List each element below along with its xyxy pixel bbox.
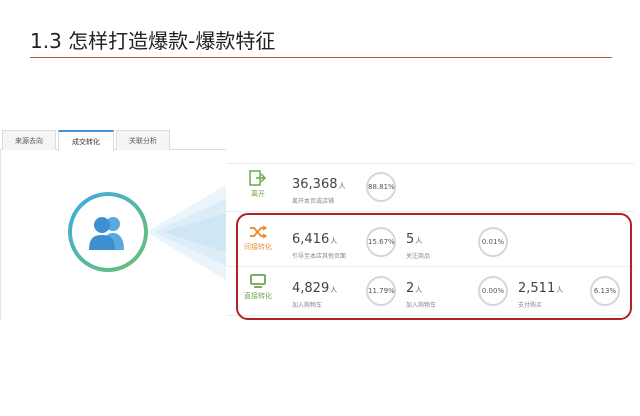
- metric-desc: 加入购物车: [292, 302, 323, 309]
- pct-circle: 6.13%: [590, 276, 620, 306]
- metric-unit: 人: [556, 286, 564, 294]
- metric-leave: 36,368人 离开本页或店铺: [292, 173, 346, 205]
- metric-desc: 支付购买: [518, 302, 543, 309]
- metric-desc: 引导至本店其他页面: [292, 253, 347, 260]
- metric-unit: 人: [415, 237, 423, 245]
- stats-panel: 离开 36,368人 离开本页或店铺 88.81% 间接转化 6,416人 引导…: [226, 163, 634, 323]
- row-indirect-icon-wrap: 间接转化: [240, 225, 276, 252]
- row-direct: 直接转化 4,829人 加入购物车 11.79% 2人 加入购物车 0.00% …: [226, 268, 634, 316]
- metric-value: 6,416: [292, 232, 330, 247]
- tab-bar: 来源去向 成交转化 关联分析: [0, 130, 226, 151]
- metric-unit: 人: [330, 286, 338, 294]
- row-direct-icon-wrap: 直接转化: [240, 274, 276, 301]
- metric-cart: 4,829人 加入购物车: [292, 277, 337, 309]
- shuffle-icon: [250, 225, 267, 239]
- slide-title: 1.3 怎样打造爆款-爆款特征: [30, 29, 276, 53]
- row-indirect: 间接转化 6,416人 引导至本店其他页面 15.67% 5人 关注商品 0.0…: [226, 219, 634, 267]
- tab-conversion[interactable]: 成交转化: [58, 130, 114, 151]
- pct-circle: 88.81%: [366, 172, 396, 202]
- metric-desc: 加入购物车: [406, 302, 437, 309]
- metric-cart-2: 2人 加入购物车: [406, 277, 436, 309]
- metric-desc: 关注商品: [406, 253, 431, 260]
- metric-value: 2: [406, 281, 415, 296]
- tab-source[interactable]: 来源去向: [2, 130, 56, 150]
- metric-purchase: 2,511人 支付购买: [518, 277, 563, 309]
- metric-unit: 人: [415, 286, 423, 294]
- tab-association[interactable]: 关联分析: [116, 130, 170, 150]
- metric-value: 36,368: [292, 177, 338, 192]
- row-direct-label: 直接转化: [244, 292, 272, 300]
- metric-follow: 5人 关注商品: [406, 228, 430, 260]
- row-leave-label: 离开: [251, 190, 265, 198]
- metric-value: 2,511: [518, 281, 556, 296]
- row-indirect-label: 间接转化: [244, 243, 272, 251]
- avatar: [72, 196, 144, 268]
- metric-unit: 人: [330, 237, 338, 245]
- pct-circle: 15.67%: [366, 227, 396, 257]
- pct-circle: 11.79%: [366, 276, 396, 306]
- pct-circle: 0.00%: [478, 276, 508, 306]
- metric-redirect: 6,416人 引导至本店其他页面: [292, 228, 346, 260]
- metric-unit: 人: [338, 182, 346, 190]
- row-leave-icon-wrap: 离开: [240, 170, 276, 199]
- pct-circle: 0.01%: [478, 227, 508, 257]
- metric-value: 5: [406, 232, 415, 247]
- title-divider: [30, 57, 612, 58]
- light-beam-icon: [146, 185, 226, 280]
- metric-desc: 离开本页或店铺: [292, 198, 335, 205]
- row-leave: 离开 36,368人 离开本页或店铺 88.81%: [226, 164, 634, 212]
- exit-arrow-icon: [249, 170, 267, 186]
- screen-icon: [250, 274, 266, 288]
- metric-value: 4,829: [292, 281, 330, 296]
- users-icon: [89, 217, 124, 250]
